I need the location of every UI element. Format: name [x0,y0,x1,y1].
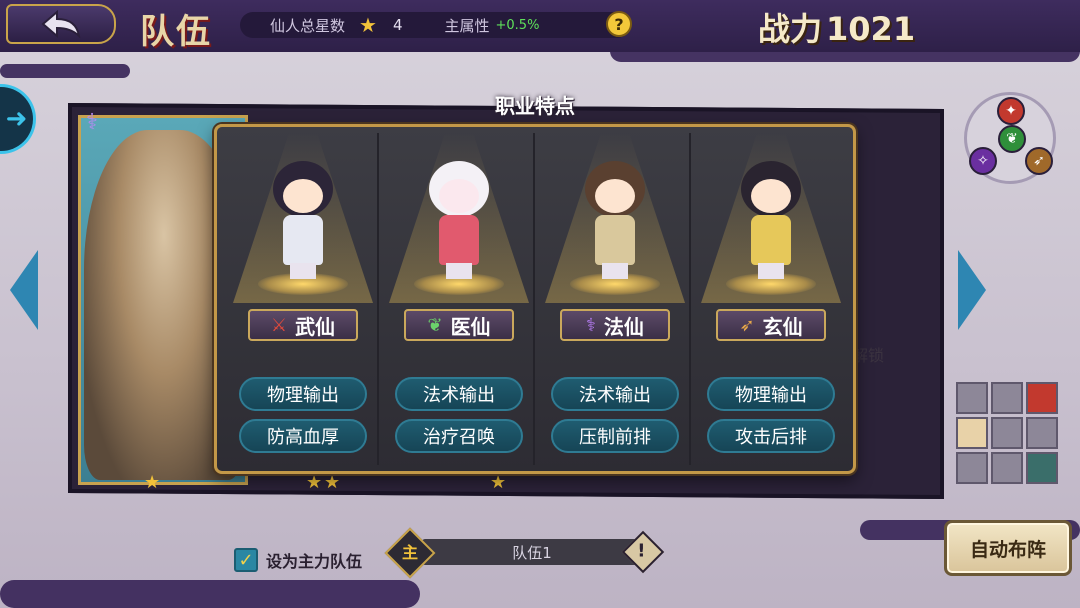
bow-icon: ➶ [1025,147,1053,175]
herb-icon: ❦ [427,314,443,336]
staff-icon: ⚕ [586,314,596,336]
alert-icon[interactable]: ! [621,530,665,574]
formation-slot[interactable] [1026,417,1058,449]
expand-button[interactable]: ➜ [0,84,36,154]
chibi-face [283,179,323,213]
staff-icon: ✧ [969,147,997,175]
check-icon: ✓ [238,549,254,571]
chibi-legs [446,263,473,279]
class-features-popup: ⚔ 武仙 物理输出 防高血厚 ❦ 医仙 法术输出 治疗召唤 ⚕ 法仙 法术输出 … [214,124,856,474]
formation-slot[interactable] [956,452,988,484]
combat-power-label: 战力 [758,10,823,48]
class-name: 医仙 [450,314,491,339]
trait-pill: 物理输出 [239,377,367,411]
class-badge-mage: ⚕ 法仙 [560,309,671,341]
chibi-legs [758,263,785,279]
combat-power: 战力 1021 [758,4,915,50]
class-name: 玄仙 [762,314,803,339]
page-title: 队伍 [140,12,212,52]
chibi-legs [602,263,629,279]
archer-chibi [736,161,806,281]
main-team-badge: 主 [384,527,436,579]
bow-icon: ➶ [739,314,755,336]
star-total-label: 仙人总星数 [270,16,346,35]
formation-slot-hero[interactable] [1026,382,1058,414]
main-attribute-value: +0.5% [495,17,540,33]
set-main-team-label: 设为主力队伍 [266,552,363,571]
formation-slot[interactable] [991,452,1023,484]
sword-icon: ✦ [997,97,1025,125]
trait-pill: 治疗召唤 [395,419,524,453]
trait-pill: 攻击后排 [707,419,836,453]
trait-pill: 法术输出 [395,377,524,411]
star-total-value: 4 [392,16,403,34]
chibi-body [595,215,636,265]
star-icon: ★ [490,472,507,493]
chibi-face [751,179,792,213]
formation-slot-hero[interactable] [1026,452,1058,484]
bg-stroke [0,64,130,78]
combat-power-value: 1021 [826,10,916,48]
trait-pill: 物理输出 [707,377,836,411]
main-badge-label: 主 [401,543,418,562]
chibi-body [439,215,480,265]
class-badge-healer: ❦ 医仙 [404,309,515,341]
class-name: 法仙 [603,314,644,339]
back-button[interactable] [6,4,116,44]
team-info-bar: 仙人总星数 ★ 4 主属性 +0.5% [240,12,630,38]
team-selector[interactable]: 队伍1 主 ! [384,527,665,579]
star-icon: ★ [306,472,323,493]
formation-slot-hero[interactable] [956,417,988,449]
chibi-legs [290,263,316,279]
set-main-team-row[interactable]: ✓ 设为主力队伍 [234,548,362,572]
trait-pill: 压制前排 [551,419,680,453]
popup-title: 职业特点 [495,94,575,118]
healer-chibi [424,161,494,281]
chibi-body [751,215,792,265]
class-name: 武仙 [295,314,336,339]
trait-pill: 防高血厚 [239,419,367,453]
class-column: ⚔ 武仙 物理输出 防高血厚 [223,133,380,465]
back-arrow-icon [41,10,81,38]
class-badge-archer: ➶ 玄仙 [716,309,827,341]
auto-formation-button[interactable]: 自动布阵 [944,520,1072,576]
main-attribute-label: 主属性 [444,16,490,35]
sword-icon: ⚔ [270,314,288,336]
class-restraint-wheel[interactable]: ✦ ✧ ❦ ➶ [964,92,1056,184]
star-icon: ★ [359,13,377,37]
alert-symbol: ! [637,540,646,562]
arrow-right-icon: ➜ [5,104,28,134]
team-name: 队伍1 [422,539,642,565]
herb-icon: ❦ [998,125,1026,153]
class-column: ➶ 玄仙 物理输出 攻击后排 [691,133,847,465]
class-column: ⚕ 法仙 法术输出 压制前排 [535,133,692,465]
chibi-body [283,215,323,265]
formation-grid[interactable] [956,382,1060,486]
next-arrow-icon[interactable] [958,250,986,330]
formation-slot[interactable] [991,382,1023,414]
mage-chibi [580,161,650,281]
help-icon[interactable]: ? [606,11,632,37]
unlock-label: 解锁 [852,346,885,365]
star-icon: ★ [324,472,341,493]
bg-stroke [0,580,420,608]
chibi-face [439,179,480,213]
prev-arrow-icon[interactable] [10,250,38,330]
formation-slot[interactable] [956,382,988,414]
set-main-team-checkbox[interactable]: ✓ [234,548,258,572]
staff-icon: ⚕ [86,110,98,135]
formation-slot[interactable] [991,417,1023,449]
chibi-face [595,179,636,213]
star-icon: ★ [144,472,161,493]
trait-pill: 法术输出 [551,377,680,411]
warrior-chibi [268,161,338,281]
class-badge-warrior: ⚔ 武仙 [248,309,358,341]
class-column: ❦ 医仙 法术输出 治疗召唤 [379,133,536,465]
